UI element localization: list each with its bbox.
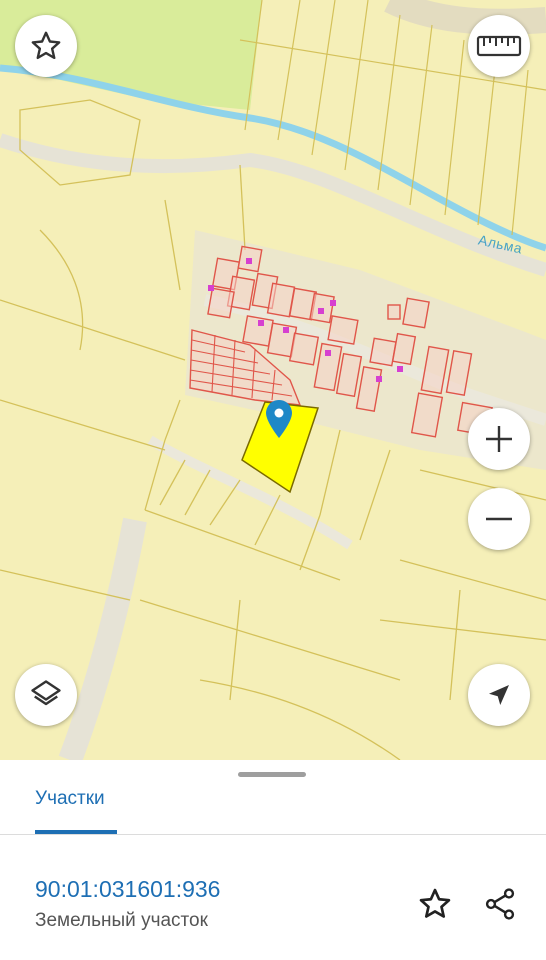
zoom-in-button[interactable] [468, 408, 530, 470]
sheet-drag-handle[interactable] [238, 772, 306, 777]
zoom-out-button[interactable] [468, 488, 530, 550]
star-outline-icon [419, 888, 451, 918]
layers-button[interactable] [15, 664, 77, 726]
layers-icon [31, 680, 61, 706]
ruler-icon [476, 35, 522, 57]
parcel-cadastral-number[interactable]: 90:01:031601:936 [35, 876, 220, 903]
parcel-type-label: Земельный участок [35, 910, 208, 931]
map-canvas[interactable] [0, 0, 546, 760]
ruler-button[interactable] [468, 15, 530, 77]
tab-parcels[interactable]: Участки [35, 788, 105, 810]
star-icon [31, 31, 61, 60]
divider [0, 834, 546, 835]
navigation-arrow-icon [489, 685, 509, 705]
favorite-button[interactable] [15, 15, 77, 77]
favorite-parcel-button[interactable] [415, 884, 455, 924]
minus-icon [486, 517, 512, 521]
share-button[interactable] [480, 884, 520, 924]
bottom-sheet[interactable]: Участки 90:01:031601:936 Земельный участ… [0, 760, 546, 960]
plus-icon [486, 426, 512, 452]
share-icon [485, 888, 515, 920]
map-view[interactable]: Альма [0, 0, 546, 760]
my-location-button[interactable] [468, 664, 530, 726]
